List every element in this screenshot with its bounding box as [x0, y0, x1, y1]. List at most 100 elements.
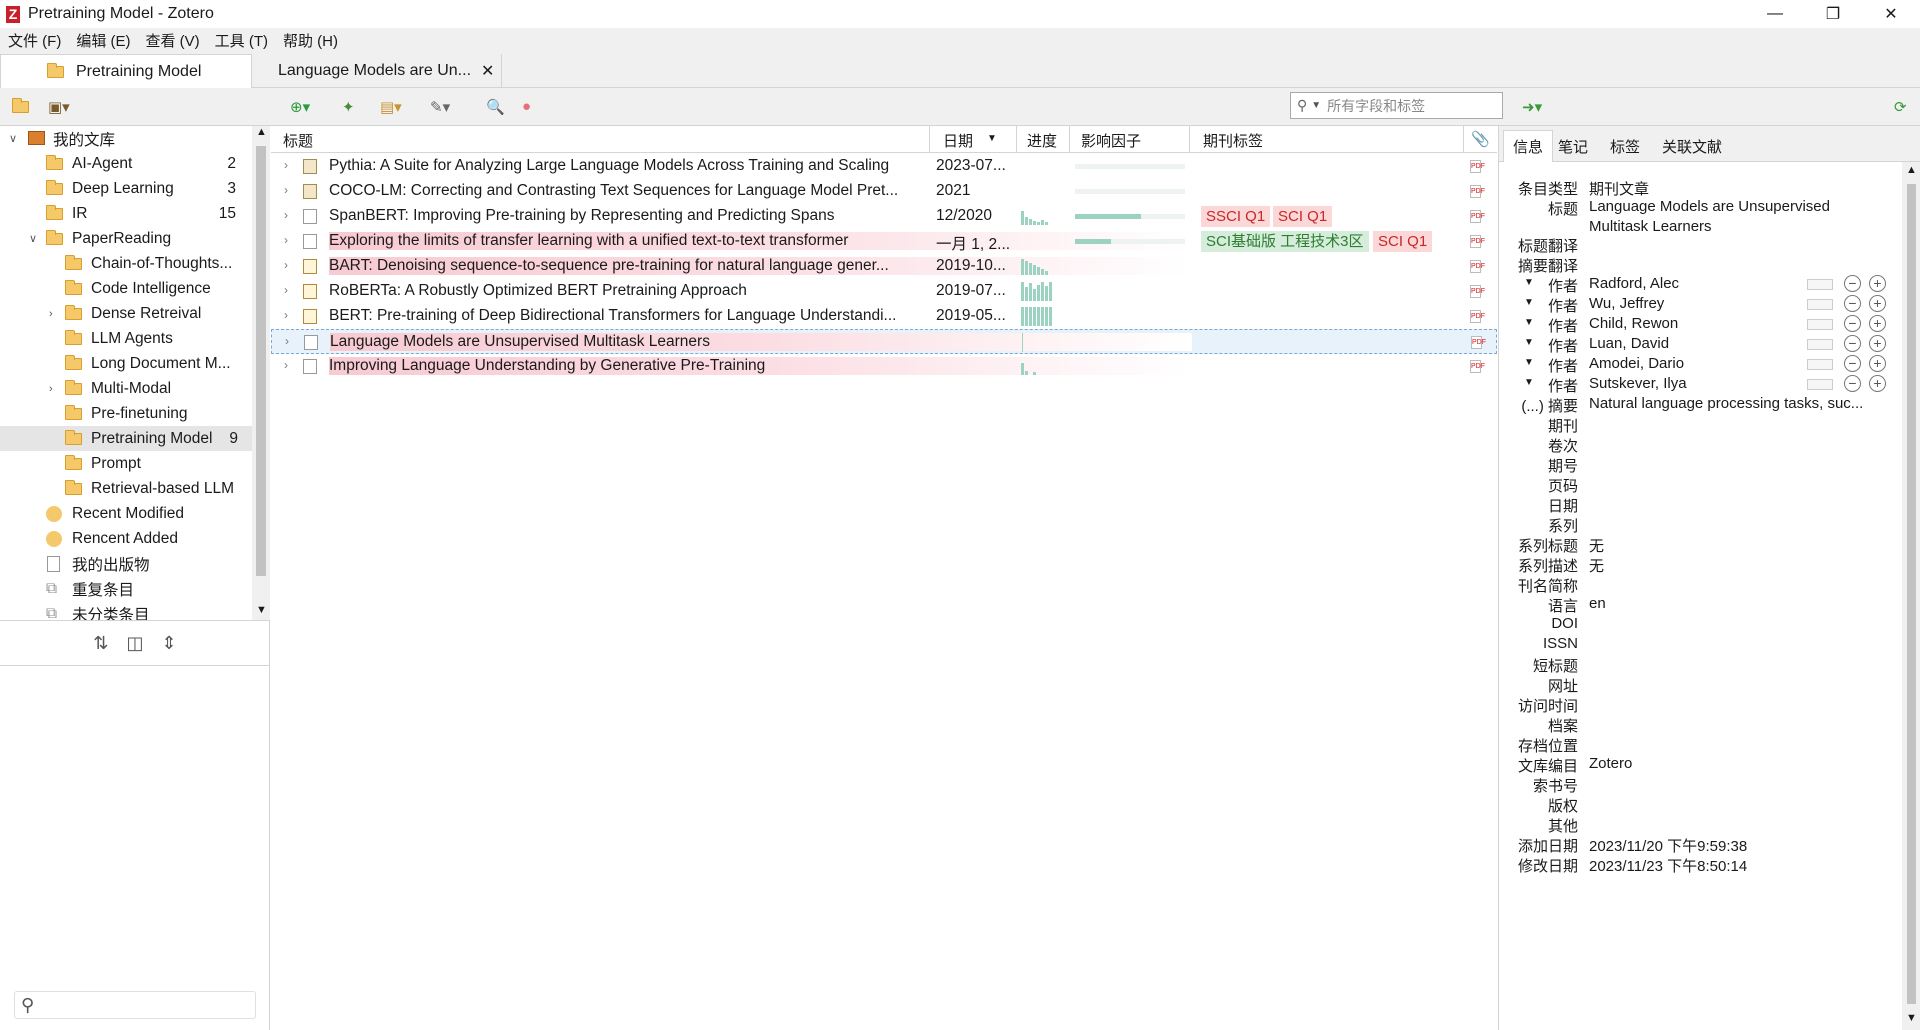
search-field[interactable]: ⚲ ▼ 所有字段和标签 — [1290, 92, 1503, 119]
pdf-icon[interactable]: PDF — [1470, 160, 1485, 173]
close-tab-icon[interactable]: ✕ — [481, 61, 494, 81]
name-mode-switch[interactable] — [1807, 279, 1833, 290]
field-value[interactable]: 期刊文章 — [1589, 178, 1889, 199]
pdf-icon[interactable]: PDF — [1471, 336, 1486, 349]
expand-arrow-icon[interactable]: › — [284, 358, 288, 372]
pdf-icon[interactable]: PDF — [1470, 285, 1485, 298]
item-row[interactable]: › Exploring the limits of transfer learn… — [271, 229, 1497, 254]
collection-item[interactable]: ∨ PaperReading — [0, 226, 252, 251]
expand-arrow-icon[interactable]: › — [49, 308, 53, 320]
collection-item[interactable]: Pre-finetuning — [0, 401, 252, 426]
expand-arrow-icon[interactable]: › — [285, 334, 289, 348]
new-note-icon[interactable]: ▤▾ — [380, 98, 402, 116]
remove-author-icon[interactable]: − — [1844, 275, 1861, 292]
creator-type-dropdown-icon[interactable]: ▼ — [1524, 277, 1534, 288]
field-value[interactable]: en — [1589, 595, 1889, 612]
remove-author-icon[interactable]: − — [1844, 335, 1861, 352]
expand-arrow-icon[interactable]: › — [284, 308, 288, 322]
expand-arrow-icon[interactable]: › — [284, 208, 288, 222]
field-value-continued[interactable]: Multitask Learners — [1589, 218, 1889, 235]
new-library-icon[interactable]: ▣▾ — [48, 98, 70, 116]
attachment-column-icon[interactable]: 📎 — [1471, 130, 1490, 148]
item-pane-scrollbar[interactable]: ▲ ▼ — [1902, 162, 1920, 1030]
remove-author-icon[interactable]: − — [1844, 295, 1861, 312]
pdf-icon[interactable]: PDF — [1470, 235, 1485, 248]
expand-arrow-icon[interactable]: › — [284, 258, 288, 272]
add-author-icon[interactable]: + — [1869, 375, 1886, 392]
search-mode-dropdown-icon[interactable]: ▼ — [1311, 100, 1321, 111]
new-collection-icon[interactable] — [12, 98, 29, 115]
pdf-icon[interactable]: PDF — [1470, 185, 1485, 198]
column-journal-tags[interactable]: 期刊标签 — [1203, 130, 1263, 151]
field-value[interactable]: Language Models are Unsupervised — [1589, 198, 1889, 215]
menu-file[interactable]: 文件 (F) — [8, 30, 61, 51]
collection-item[interactable]: 我的出版物 — [0, 551, 252, 576]
add-author-icon[interactable]: + — [1869, 315, 1886, 332]
tag-filter-input[interactable]: ⚲ — [14, 991, 256, 1019]
collection-item[interactable]: AI-Agent 2 — [0, 151, 252, 176]
item-row-selected[interactable]: › Language Models are Unsupervised Multi… — [271, 329, 1497, 354]
saved-search-item[interactable]: Rencent Added — [0, 526, 252, 551]
add-author-icon[interactable]: + — [1869, 295, 1886, 312]
column-impact-factor[interactable]: 影响因子 — [1081, 130, 1141, 151]
remove-author-icon[interactable]: − — [1844, 315, 1861, 332]
column-date[interactable]: 日期 — [943, 130, 973, 151]
restore-button[interactable]: ❐ — [1804, 0, 1862, 28]
go-forward-icon[interactable]: ➜▾ — [1522, 98, 1542, 116]
saved-search-item[interactable]: Recent Modified — [0, 501, 252, 526]
item-row[interactable]: › Improving Language Understanding by Ge… — [271, 354, 1497, 379]
field-label[interactable]: (...) 摘要 — [1521, 395, 1578, 416]
expand-arrow-icon[interactable]: › — [49, 383, 53, 395]
collection-item[interactable]: Deep Learning 3 — [0, 176, 252, 201]
scroll-up-icon[interactable]: ▲ — [256, 126, 267, 138]
add-author-icon[interactable]: + — [1869, 335, 1886, 352]
collection-item-selected[interactable]: Pretraining Model 9 — [0, 426, 252, 451]
collection-item[interactable]: ⧉ 重复条目 — [0, 576, 252, 601]
collection-item[interactable]: Long Document M... — [0, 351, 252, 376]
creator-type-dropdown-icon[interactable]: ▼ — [1524, 377, 1534, 388]
tree-view-icon[interactable]: ◫ — [126, 633, 143, 654]
minimize-button[interactable]: — — [1746, 0, 1804, 28]
collapse-arrow-icon[interactable]: ∨ — [9, 132, 17, 145]
tab-notes[interactable]: 笔记 — [1549, 130, 1597, 162]
item-row[interactable]: › BERT: Pre-training of Deep Bidirection… — [271, 304, 1497, 329]
tab-library[interactable]: Pretraining Model — [0, 54, 252, 88]
tab-tags[interactable]: 标签 — [1601, 130, 1649, 162]
collection-item[interactable]: › Multi-Modal — [0, 376, 252, 401]
add-by-identifier-icon[interactable]: ✦ — [342, 98, 355, 116]
pdf-icon[interactable]: PDF — [1470, 360, 1485, 373]
collection-my-library[interactable]: ∨ 我的文库 — [0, 126, 252, 151]
menu-edit[interactable]: 编辑 (E) — [76, 30, 130, 51]
close-window-button[interactable]: ✕ — [1862, 0, 1920, 28]
tab-reader[interactable]: Language Models are Un... ✕ — [254, 54, 502, 88]
tab-related[interactable]: 关联文献 — [1653, 130, 1731, 162]
sync-icon[interactable]: ⟳ — [1894, 98, 1907, 116]
name-mode-switch[interactable] — [1807, 339, 1833, 350]
scrollbar-thumb[interactable] — [1907, 184, 1916, 1004]
menu-tools[interactable]: 工具 (T) — [215, 30, 268, 51]
item-row[interactable]: › SpanBERT: Improving Pre-training by Re… — [271, 204, 1497, 229]
pdf-icon[interactable]: PDF — [1470, 210, 1485, 223]
pdf-icon[interactable]: PDF — [1470, 260, 1485, 273]
collection-scrollbar[interactable]: ▲ ▼ — [252, 126, 270, 620]
remove-author-icon[interactable]: − — [1844, 355, 1861, 372]
menu-view[interactable]: 查看 (V) — [146, 30, 200, 51]
name-mode-switch[interactable] — [1807, 359, 1833, 370]
sort-desc-icon[interactable]: ▼ — [987, 133, 997, 144]
name-mode-switch[interactable] — [1807, 379, 1833, 390]
expand-collapse-icon[interactable]: ⇕ — [162, 633, 177, 654]
field-value[interactable]: 无 — [1589, 535, 1889, 556]
expand-arrow-icon[interactable]: › — [284, 183, 288, 197]
collection-item[interactable]: › Dense Retreival — [0, 301, 252, 326]
add-author-icon[interactable]: + — [1869, 275, 1886, 292]
field-value[interactable]: Natural language processing tasks, suc..… — [1589, 395, 1889, 412]
scroll-down-icon[interactable]: ▼ — [1906, 1012, 1917, 1024]
scroll-down-icon[interactable]: ▼ — [256, 604, 267, 616]
creator-type-dropdown-icon[interactable]: ▼ — [1524, 317, 1534, 328]
collapse-arrow-icon[interactable]: ∨ — [29, 232, 37, 245]
field-value[interactable]: 无 — [1589, 555, 1889, 576]
collection-item[interactable]: Prompt — [0, 451, 252, 476]
creator-type-dropdown-icon[interactable]: ▼ — [1524, 337, 1534, 348]
column-title[interactable]: 标题 — [283, 130, 313, 151]
collection-item[interactable]: IR 15 — [0, 201, 252, 226]
